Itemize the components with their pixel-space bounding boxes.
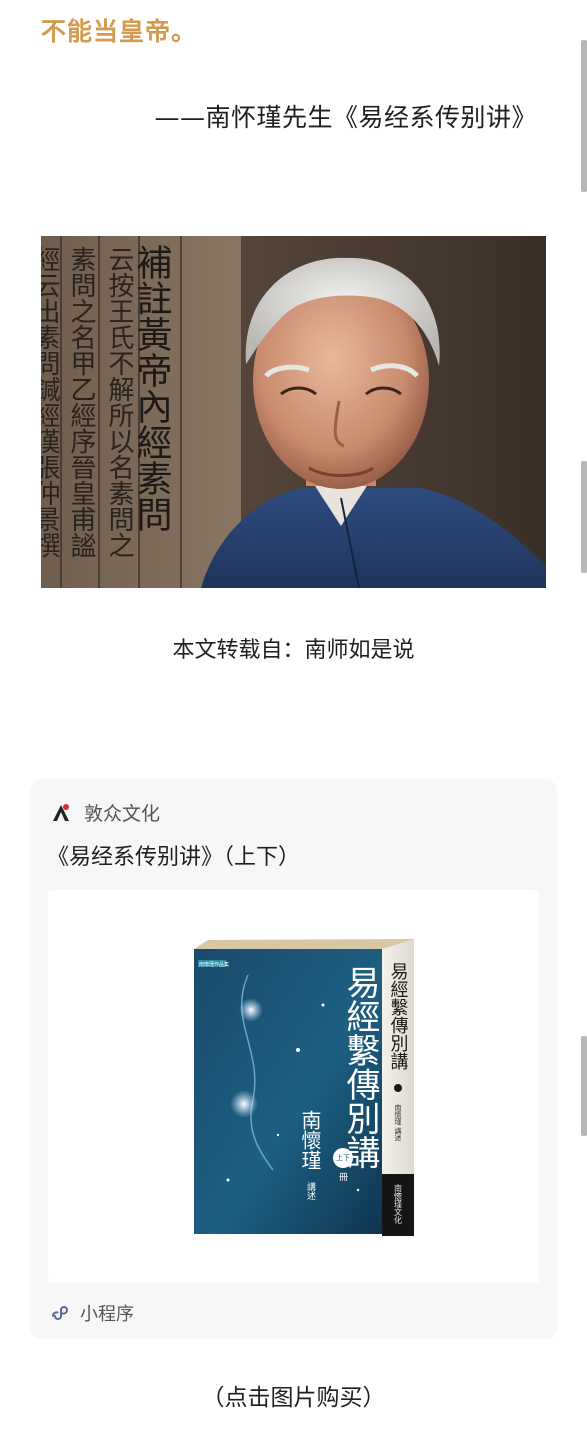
mini-program-footer: 小程序 — [50, 1300, 134, 1326]
brand-row: 敦众文化 — [50, 799, 160, 826]
book-spine-title: 易經繫傳別講 — [388, 962, 409, 1071]
series-label: 南懷瑾作品集 — [199, 961, 229, 968]
book-box-illustration: 南懷瑾作品集 易經繫傳別講 南懷瑾 講述 上下 冊 易經繫傳別講 南懷瑾 講述 … — [194, 939, 414, 1236]
scrollbar-thumb[interactable] — [581, 40, 587, 192]
mini-program-card[interactable]: 敦众文化 《易经系传别讲》（上下） 南懷瑾作品集 易經繫傳別講 南懷瑾 講述 上… — [30, 779, 557, 1339]
brand-logo-icon — [53, 803, 69, 821]
card-title: 《易经系传别讲》（上下） — [47, 845, 301, 870]
book-spine-author: 南懷瑾 講述 — [394, 1103, 402, 1142]
book-cover-image[interactable]: 南懷瑾作品集 易經繫傳別講 南懷瑾 講述 上下 冊 易經繫傳別講 南懷瑾 講述 … — [48, 890, 539, 1283]
author-portrait-photo[interactable]: 補註黃帝內經素問 云按王氏不解所以名素問之 素問之名甲乙經序晉皇甫謐 經云出素問… — [41, 236, 546, 588]
scripture-line: 補註黃帝內經素問 — [131, 244, 173, 532]
book-author: 南懷瑾 — [298, 1110, 322, 1170]
volume-badge: 上下 — [336, 1153, 350, 1162]
book-front-title: 易經繫傳別講 — [340, 965, 380, 1169]
quote-source: ——南怀瑾先生《易经系传别讲》 — [154, 103, 537, 132]
volume-suffix: 冊 — [337, 1172, 348, 1182]
portrait-illustration: 補註黃帝內經素問 云按王氏不解所以名素問之 素問之名甲乙經序晉皇甫謐 經云出素問… — [41, 236, 546, 588]
scripture-line: 素問之名甲乙經序晉皇甫謐 — [66, 246, 96, 558]
article-page: 不能当皇帝。 ——南怀瑾先生《易经系传别讲》 補註黃帝內經素問 云按王氏不解所以… — [0, 0, 587, 1438]
book-spine-publisher: 南懷瑾文化 — [394, 1183, 403, 1225]
mini-program-label: 小程序 — [80, 1304, 134, 1325]
brand-name: 敦众文化 — [84, 803, 161, 825]
scrollbar-thumb[interactable] — [581, 1036, 587, 1136]
book-author-suffix: 講述 — [305, 1181, 316, 1200]
buy-link[interactable]: （点击图片购买） — [0, 1378, 587, 1412]
scripture-line: 云按王氏不解所以名素問之 — [104, 246, 134, 558]
mini-program-icon — [52, 1306, 69, 1320]
scrollbar-thumb[interactable] — [581, 461, 587, 573]
highlight-text: 不能当皇帝。 — [41, 17, 198, 46]
scripture-line: 經云出素問鍼經漢張仲景撰 — [41, 246, 60, 558]
repost-source-caption: 本文转载自：南师如是说 — [172, 638, 415, 663]
